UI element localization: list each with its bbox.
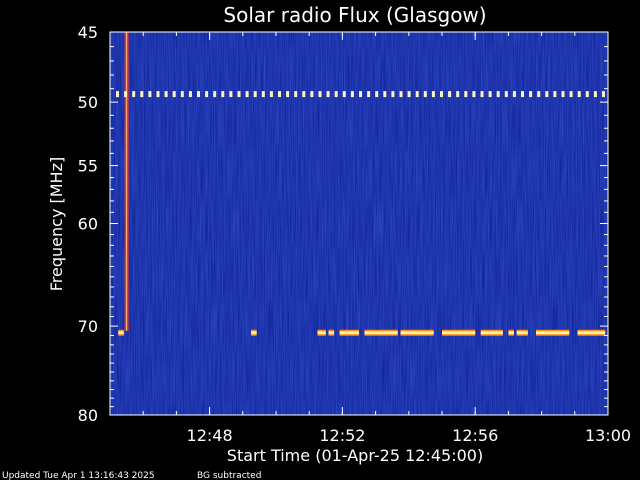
y-tick-label: 45 bbox=[78, 23, 98, 42]
interference-dash bbox=[269, 91, 273, 98]
interference-dash bbox=[148, 91, 152, 98]
interference-dash bbox=[553, 91, 557, 98]
interference-dash bbox=[164, 91, 168, 98]
interference-dash bbox=[367, 91, 371, 98]
interference-segment-core bbox=[251, 331, 257, 335]
x-tick-label: 12:48 bbox=[187, 426, 233, 445]
interference-dash bbox=[399, 91, 403, 98]
interference-segment-core bbox=[118, 331, 124, 335]
interference-dash bbox=[229, 91, 233, 98]
interference-dash bbox=[464, 91, 468, 98]
plot-area bbox=[110, 32, 608, 415]
interference-dash bbox=[456, 91, 460, 98]
interference-dash bbox=[480, 91, 484, 98]
interference-dash bbox=[391, 91, 395, 98]
interference-dash bbox=[585, 91, 589, 98]
interference-segment-core bbox=[480, 331, 503, 335]
interference-dash bbox=[472, 91, 476, 98]
chart-title: Solar radio Flux (Glasgow) bbox=[223, 3, 486, 27]
interference-dash bbox=[124, 91, 128, 98]
interference-dash bbox=[310, 91, 314, 98]
interference-dash bbox=[593, 91, 597, 98]
interference-dash bbox=[545, 91, 549, 98]
interference-dash bbox=[415, 91, 419, 98]
y-axis-label: Frequency [MHz] bbox=[47, 157, 66, 291]
interference-dash bbox=[180, 91, 184, 98]
interference-dash bbox=[488, 91, 492, 98]
interference-dash bbox=[431, 91, 435, 98]
x-tick-label: 13:00 bbox=[585, 426, 631, 445]
interference-segment-core bbox=[400, 331, 434, 335]
interference-dash bbox=[440, 91, 443, 98]
interference-segment-core bbox=[328, 331, 335, 335]
interference-dash bbox=[116, 91, 119, 98]
interference-dash bbox=[504, 91, 508, 98]
interference-dash bbox=[577, 91, 581, 98]
interference-dash bbox=[221, 91, 225, 98]
interference-segment-core bbox=[442, 331, 476, 335]
interference-dash bbox=[318, 91, 322, 98]
interference-segment-core bbox=[364, 331, 398, 335]
interference-segment-core bbox=[577, 331, 606, 335]
interference-segment-core bbox=[317, 331, 326, 335]
interference-dash bbox=[188, 91, 192, 98]
interference-dash bbox=[156, 91, 160, 98]
y-tick-label: 80 bbox=[78, 406, 98, 425]
interference-segment-core bbox=[536, 331, 570, 335]
interference-dash bbox=[423, 91, 427, 98]
interference-dash bbox=[529, 91, 533, 98]
footer-note: BG subtracted bbox=[197, 471, 261, 480]
interference-dash bbox=[278, 91, 281, 98]
interference-dash bbox=[561, 91, 565, 98]
interference-dash bbox=[383, 91, 387, 98]
interference-dash bbox=[253, 91, 257, 98]
interference-dash bbox=[172, 91, 176, 98]
interference-dash bbox=[342, 91, 346, 98]
spectrogram-noise bbox=[110, 32, 608, 415]
interference-dash bbox=[569, 91, 573, 98]
interference-dash bbox=[521, 91, 524, 98]
burst-core bbox=[126, 32, 128, 331]
interference-segment-core bbox=[516, 331, 528, 335]
interference-dash bbox=[261, 91, 265, 98]
interference-dash bbox=[334, 91, 338, 98]
x-axis-label: Start Time (01-Apr-25 12:45:00) bbox=[227, 446, 483, 465]
y-tick-label: 70 bbox=[78, 317, 98, 336]
interference-dash bbox=[407, 91, 411, 98]
y-tick-label: 60 bbox=[78, 215, 98, 234]
interference-dash bbox=[537, 91, 541, 98]
interference-dash bbox=[350, 91, 354, 98]
interference-dash bbox=[448, 91, 452, 98]
interference-dash bbox=[326, 91, 330, 98]
y-tick-label: 50 bbox=[78, 93, 98, 112]
interference-dash bbox=[286, 91, 290, 98]
interference-dash bbox=[359, 91, 362, 98]
interference-segment-core bbox=[339, 331, 359, 335]
interference-dash bbox=[496, 91, 500, 98]
interference-dash bbox=[132, 91, 136, 98]
interference-dash bbox=[237, 91, 241, 98]
interference-dash bbox=[140, 91, 144, 98]
interference-dash bbox=[197, 91, 200, 98]
interference-dash bbox=[602, 91, 605, 98]
interference-segment-core bbox=[508, 331, 514, 335]
y-tick-label: 55 bbox=[78, 157, 98, 176]
interference-dash bbox=[213, 91, 217, 98]
interference-dash bbox=[245, 91, 249, 98]
x-tick-label: 12:56 bbox=[452, 426, 498, 445]
interference-dash bbox=[294, 91, 298, 98]
spectrogram-chart: Solar radio Flux (Glasgow) 45 50 55 60 70 80 1… bbox=[2, 3, 631, 480]
interference-dash bbox=[205, 91, 209, 98]
footer-updated: Updated Tue Apr 1 13:16:43 2025 bbox=[2, 471, 155, 480]
x-tick-label: 12:52 bbox=[319, 426, 365, 445]
interference-dash bbox=[302, 91, 306, 98]
interference-dash bbox=[375, 91, 379, 98]
interference-dash bbox=[512, 91, 516, 98]
